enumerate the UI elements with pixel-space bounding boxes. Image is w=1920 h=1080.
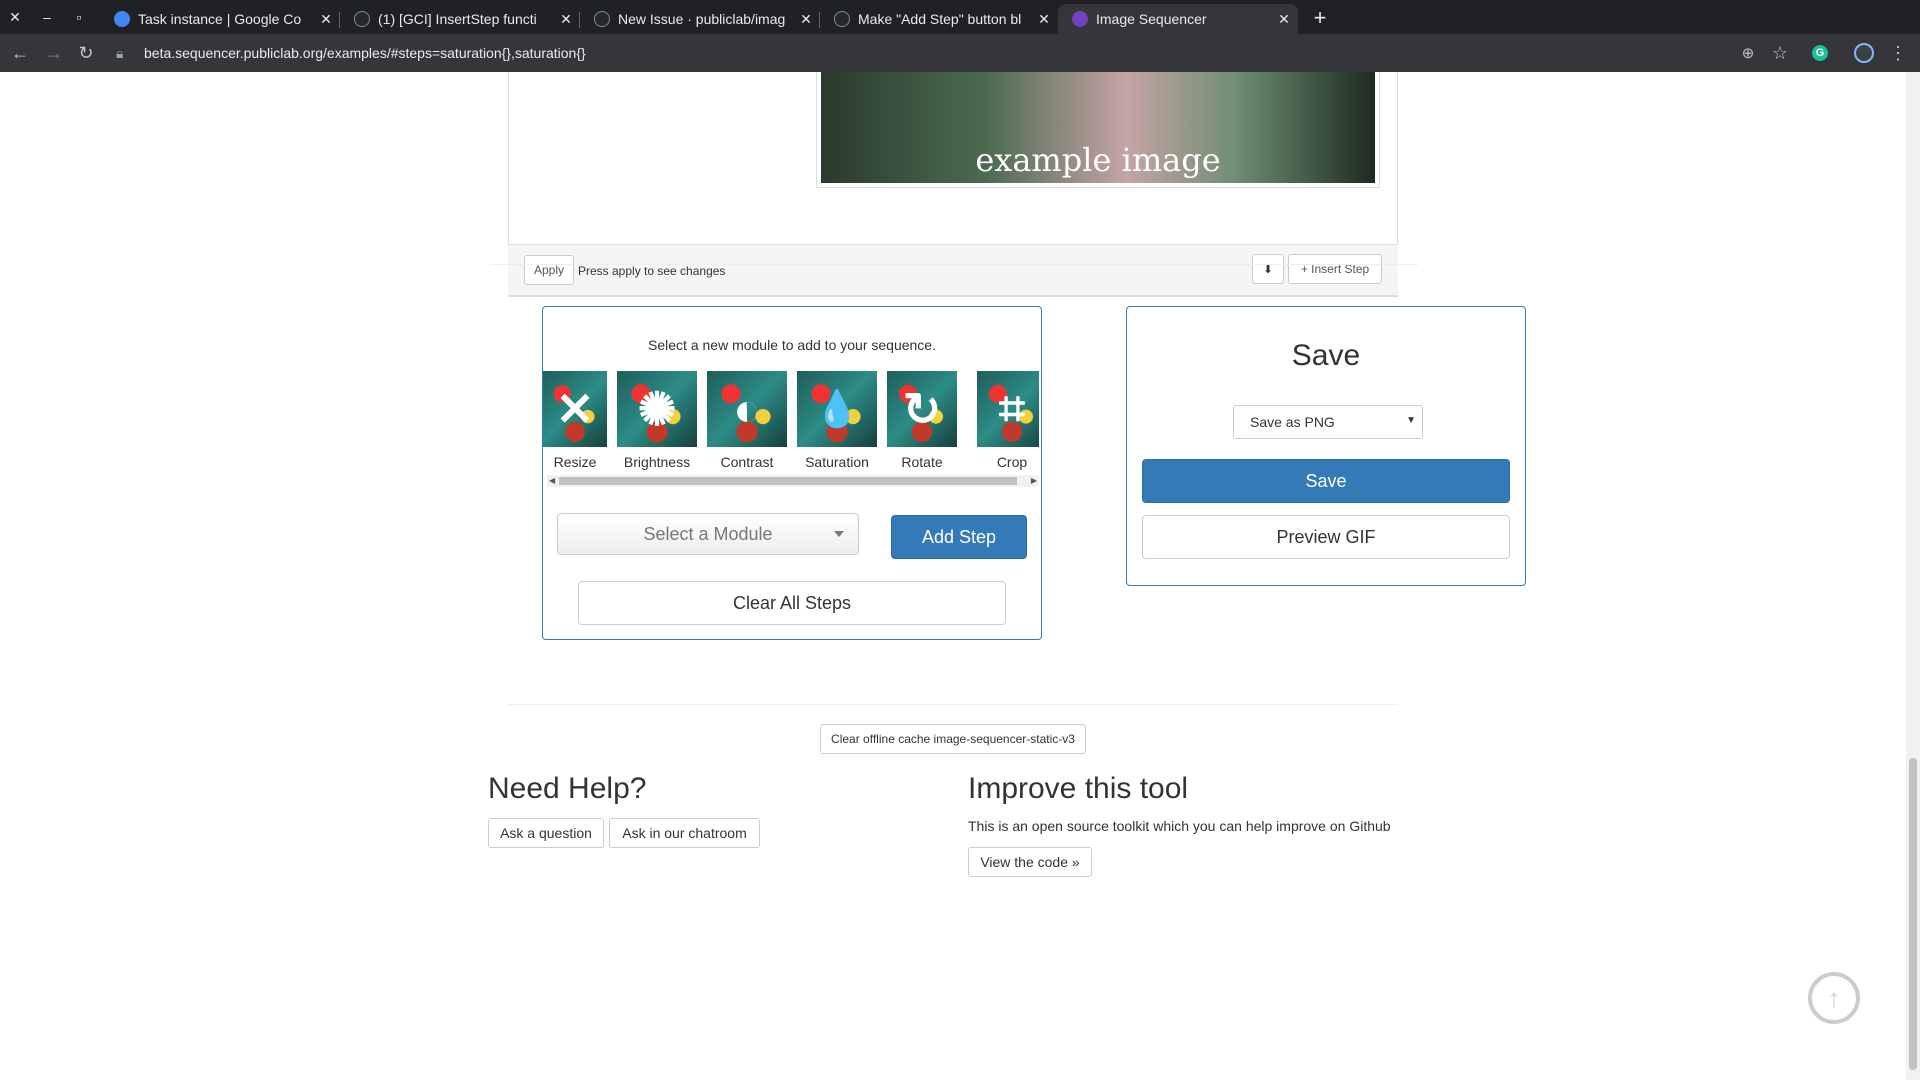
bookmark-star-icon[interactable]: ☆ — [1766, 39, 1794, 67]
improve-tool-title: Improve this tool — [968, 772, 1189, 805]
add-step-button[interactable]: Add Step — [891, 515, 1027, 559]
page-content: example image Apply Press apply to see c… — [0, 72, 1906, 1080]
ask-question-button[interactable]: Ask a question — [488, 818, 604, 848]
grammarly-extension-icon[interactable]: G — [1806, 39, 1834, 67]
add-module-panel: Select a new module to add to your seque… — [542, 306, 1042, 640]
rotate-icon: ↻ — [902, 383, 942, 435]
module-crop[interactable]: ⌗ Crop — [977, 371, 1039, 470]
back-icon[interactable]: ← — [6, 39, 34, 67]
module-rotate[interactable]: ↻ Rotate — [887, 371, 957, 470]
tab-label: New Issue · publiclab/imag — [618, 11, 786, 27]
module-resize[interactable]: ✕ Resize — [543, 371, 607, 470]
tab-close-icon[interactable]: ✕ — [1030, 11, 1058, 28]
module-label: Brightness — [623, 454, 691, 470]
sequencer-favicon-icon — [1072, 11, 1088, 27]
url-text: beta.sequencer.publiclab.org/examples/#s… — [144, 45, 586, 61]
forward-icon[interactable]: → — [40, 39, 68, 67]
module-label: Rotate — [901, 454, 943, 470]
saturation-icon: 💧 — [814, 388, 860, 429]
scroll-to-top-button[interactable]: ↑ — [1808, 972, 1860, 1024]
scroll-left-icon[interactable]: ◀ — [549, 475, 555, 487]
google-favicon-icon — [114, 11, 130, 27]
window-maximize-icon[interactable]: ▫ — [64, 0, 94, 34]
github-favicon-icon — [594, 11, 610, 27]
apply-hint: Press apply to see changes — [578, 264, 726, 278]
clear-all-steps-button[interactable]: Clear All Steps — [578, 581, 1006, 625]
download-step-button[interactable]: ⬇ — [1252, 254, 1284, 284]
resize-icon: ✕ — [555, 383, 595, 435]
image-caption: example image — [975, 141, 1221, 179]
browser-toolbar: ← → ↻ 🔒︎ beta.sequencer.publiclab.org/ex… — [0, 34, 1920, 72]
reload-icon[interactable]: ↻ — [72, 39, 100, 67]
arrow-up-icon: ↑ — [1827, 982, 1841, 1013]
browser-tab-active[interactable]: Image Sequencer ✕ — [1058, 4, 1298, 34]
profile-avatar-icon[interactable] — [1850, 39, 1878, 67]
page-scrollbar-thumb[interactable] — [1909, 758, 1917, 1070]
tab-close-icon[interactable]: ✕ — [312, 11, 340, 28]
module-brightness[interactable]: ✺ Brightness — [617, 371, 697, 470]
module-contrast[interactable]: ◐ Contrast — [707, 371, 787, 470]
page-scrollbar[interactable] — [1906, 72, 1920, 1080]
clear-offline-cache-button[interactable]: Clear offline cache image-sequencer-stat… — [820, 724, 1086, 754]
browser-tab[interactable]: Task instance | Google Co ✕ — [100, 4, 340, 34]
tab-close-icon[interactable]: ✕ — [1270, 11, 1298, 28]
lock-icon: 🔒︎ — [116, 44, 124, 61]
tab-label: Task instance | Google Co — [138, 11, 302, 27]
scrollbar-thumb[interactable] — [559, 477, 1017, 485]
new-tab-button[interactable]: + — [1306, 4, 1334, 32]
improve-text: This is an open source toolkit which you… — [968, 818, 1391, 834]
example-image: example image — [821, 72, 1375, 183]
chevron-down-icon — [834, 531, 844, 537]
contrast-icon: ◐ — [733, 383, 761, 435]
github-favicon-icon — [354, 11, 370, 27]
need-help-title: Need Help? — [488, 772, 647, 805]
insert-step-button[interactable]: + Insert Step — [1288, 254, 1382, 284]
tab-close-icon[interactable]: ✕ — [792, 11, 820, 28]
preview-gif-button[interactable]: Preview GIF — [1142, 515, 1510, 559]
module-label: Crop — [996, 454, 1028, 470]
module-label: Saturation — [805, 454, 869, 470]
view-code-button[interactable]: View the code » — [968, 847, 1092, 877]
step-output-image: example image — [816, 72, 1380, 188]
select-module-placeholder: Select a Module — [643, 523, 773, 544]
module-label: Resize — [553, 454, 597, 470]
divider — [508, 704, 1398, 705]
divider — [490, 264, 1418, 265]
apply-button[interactable]: Apply — [524, 255, 574, 285]
browser-tab[interactable]: New Issue · publiclab/imag ✕ — [580, 4, 820, 34]
brightness-icon: ✺ — [637, 383, 677, 435]
browser-tab[interactable]: (1) [GCI] InsertStep functi ✕ — [340, 4, 580, 34]
crop-icon: ⌗ — [999, 382, 1025, 434]
github-favicon-icon — [834, 11, 850, 27]
module-thumbnail-strip: ✕ Resize ✺ Brightness ◐ Contrast 💧 Satur… — [543, 371, 1039, 475]
tab-close-icon[interactable]: ✕ — [552, 11, 580, 28]
tab-label: (1) [GCI] InsertStep functi — [378, 11, 537, 27]
save-title: Save — [1291, 339, 1361, 372]
scroll-right-icon[interactable]: ▶ — [1031, 475, 1037, 487]
module-saturation[interactable]: 💧 Saturation — [797, 371, 877, 470]
ask-chatroom-button[interactable]: Ask in our chatroom — [609, 818, 760, 848]
module-strip-scrollbar[interactable]: ◀ ▶ — [547, 475, 1039, 487]
browser-tab[interactable]: Make "Add Step" button bl ✕ — [820, 4, 1058, 34]
window-close-icon[interactable]: ✕ — [0, 0, 30, 34]
window-minimize-icon[interactable]: – — [32, 0, 62, 34]
menu-kebab-icon[interactable]: ⋮ — [1884, 39, 1912, 67]
address-bar[interactable]: 🔒︎ beta.sequencer.publiclab.org/examples… — [116, 37, 1736, 69]
save-format-select[interactable]: Save as PNG ▼ — [1233, 405, 1423, 439]
browser-tab-bar: ✕ – ▫ Task instance | Google Co ✕ (1) [G… — [0, 0, 1920, 34]
save-panel: Save Save as PNG ▼ Save Preview GIF — [1126, 306, 1526, 586]
save-button[interactable]: Save — [1142, 459, 1510, 503]
module-label: Contrast — [720, 454, 774, 470]
save-format-value: Save as PNG — [1250, 414, 1335, 430]
install-app-icon[interactable]: ⊕ — [1734, 39, 1762, 67]
add-module-title: Select a new module to add to your seque… — [648, 337, 936, 353]
select-arrow-icon: ▼ — [1406, 415, 1416, 426]
tab-label: Make "Add Step" button bl — [858, 11, 1022, 27]
step-footer: Apply Press apply to see changes ⬇ + Ins… — [508, 244, 1398, 296]
tab-label: Image Sequencer — [1096, 11, 1207, 27]
select-module-dropdown[interactable]: Select a Module — [557, 513, 859, 555]
